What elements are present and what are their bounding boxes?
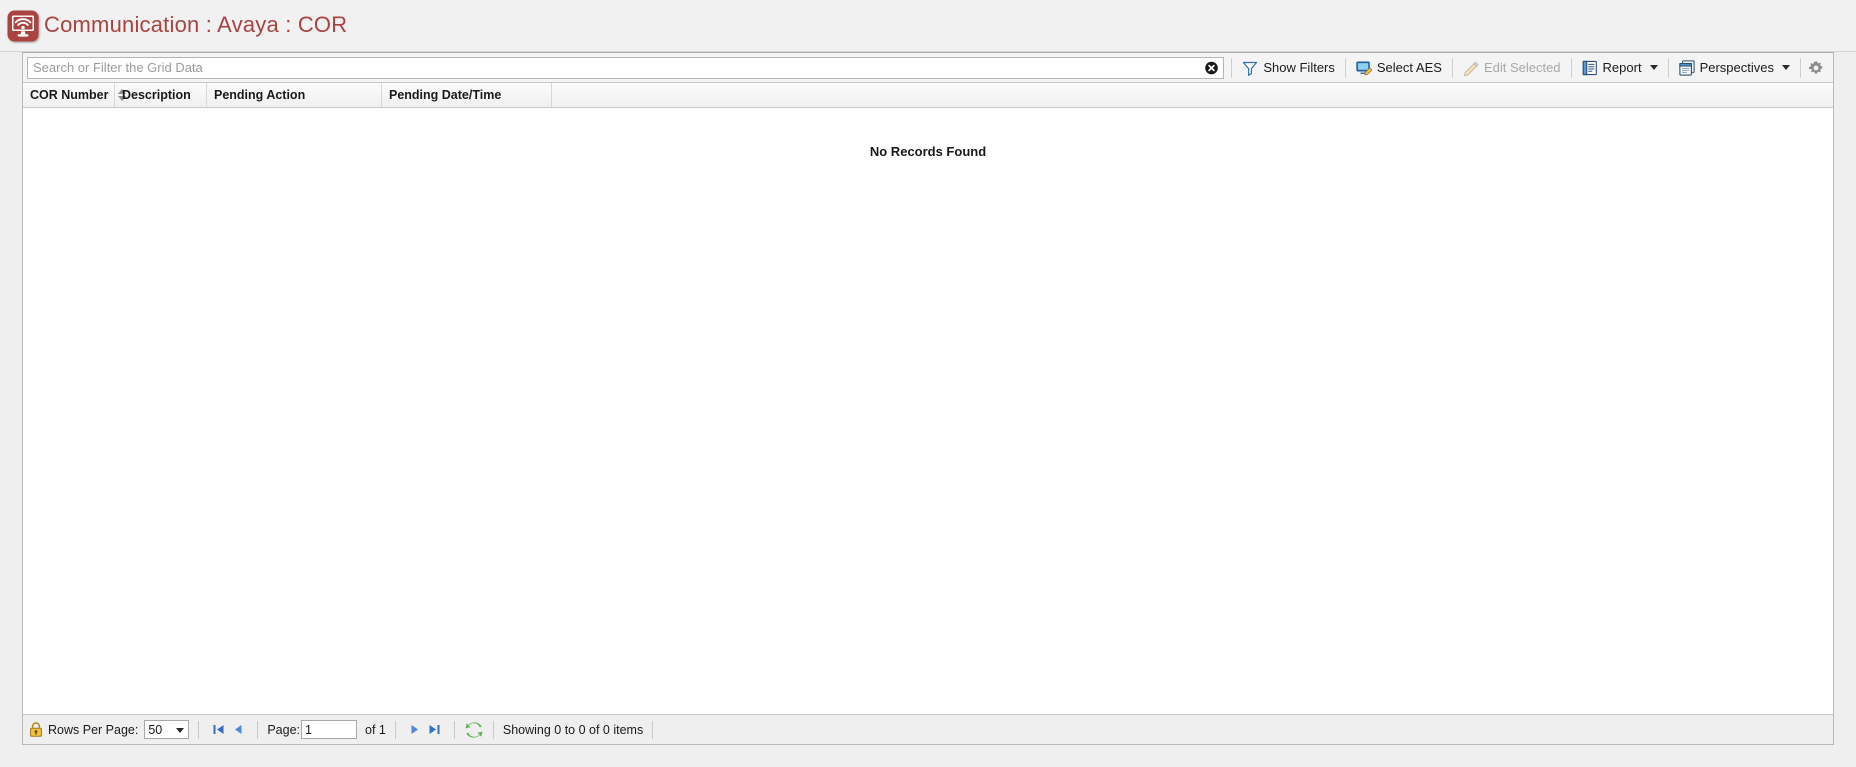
chevron-down-icon bbox=[1782, 65, 1790, 70]
filter-funnel-icon bbox=[1243, 61, 1258, 76]
toolbar-separator bbox=[1570, 57, 1572, 78]
page-total-label: of 1 bbox=[365, 722, 386, 737]
report-book-icon bbox=[1582, 60, 1597, 75]
first-page-button[interactable] bbox=[208, 720, 228, 740]
page-number-input[interactable] bbox=[301, 720, 357, 739]
grid-column-header-label: Description bbox=[122, 88, 191, 102]
perspectives-button[interactable]: Perspectives bbox=[1672, 56, 1797, 80]
search-field-wrapper bbox=[27, 56, 1225, 79]
grid-column-header[interactable]: Pending Date/Time bbox=[382, 83, 552, 107]
show-filters-button[interactable]: Show Filters bbox=[1235, 56, 1342, 80]
grid-column-header[interactable]: Description bbox=[115, 83, 207, 107]
rows-per-page-select[interactable]: 50 bbox=[144, 720, 190, 739]
toolbar-separator bbox=[1231, 57, 1233, 78]
toolbar-separator bbox=[1344, 57, 1346, 78]
monitor-edit-icon bbox=[1356, 61, 1372, 75]
first-page-icon bbox=[213, 725, 224, 734]
grid-column-header-row: COR Number Description Pending Action Pendi… bbox=[23, 83, 1833, 108]
next-page-button[interactable] bbox=[405, 720, 425, 740]
toolbar-separator bbox=[1667, 57, 1669, 78]
perspectives-windows-icon bbox=[1678, 59, 1695, 76]
grid-column-header-label: Pending Action bbox=[214, 88, 306, 102]
select-aes-label: Select AES bbox=[1376, 60, 1442, 75]
show-filters-label: Show Filters bbox=[1263, 60, 1335, 75]
communication-monitor-wifi-icon bbox=[7, 10, 39, 41]
rows-per-page-value: 50 bbox=[148, 722, 163, 737]
grid-column-header[interactable]: COR Number bbox=[23, 83, 127, 107]
grid-toolbar: Show Filters Select AES Edit Selected bbox=[23, 53, 1833, 83]
page-number-label: Page: bbox=[267, 722, 300, 737]
grid-column-header[interactable]: Pending Action bbox=[207, 83, 382, 107]
clear-circle-icon[interactable] bbox=[1205, 61, 1219, 74]
edit-selected-label: Edit Selected bbox=[1483, 60, 1561, 75]
rows-per-page-label: Rows Per Page: bbox=[48, 722, 139, 737]
grid-column-header-label: Pending Date/Time bbox=[389, 88, 502, 102]
refresh-icon[interactable] bbox=[464, 720, 484, 740]
grid-column-header-label: COR Number bbox=[30, 88, 109, 102]
last-page-icon bbox=[429, 725, 440, 734]
grid-panel: Show Filters Select AES Edit Selected bbox=[22, 52, 1834, 745]
footer-separator bbox=[198, 720, 200, 739]
toolbar-separator bbox=[1451, 57, 1453, 78]
chevron-down-icon bbox=[1649, 65, 1658, 70]
no-records-message: No Records Found bbox=[869, 144, 987, 159]
perspectives-label: Perspectives bbox=[1699, 60, 1774, 75]
grid-body: No Records Found bbox=[23, 108, 1833, 714]
search-input[interactable] bbox=[28, 57, 1224, 78]
next-page-icon bbox=[411, 725, 419, 734]
footer-separator bbox=[492, 720, 494, 739]
toolbar-separator bbox=[1800, 57, 1801, 78]
previous-page-button[interactable] bbox=[228, 720, 248, 740]
lock-icon[interactable] bbox=[29, 722, 43, 737]
report-label: Report bbox=[1602, 60, 1642, 75]
grid-column-header-filler bbox=[552, 83, 1833, 107]
grid-settings-button[interactable] bbox=[1804, 56, 1830, 80]
chevron-down-icon bbox=[176, 728, 185, 733]
grid-footer-pagination: Rows Per Page: 50 Page: of 1 bbox=[23, 714, 1833, 744]
page-title: Communication : Avaya : COR bbox=[44, 11, 348, 37]
select-aes-button[interactable]: Select AES bbox=[1349, 56, 1449, 80]
showing-items-text: Showing 0 to 0 of 0 items bbox=[502, 722, 644, 737]
footer-separator bbox=[453, 720, 455, 739]
gear-icon bbox=[1808, 60, 1823, 74]
pencil-icon bbox=[1463, 61, 1479, 76]
last-page-button[interactable] bbox=[425, 720, 445, 740]
footer-separator bbox=[394, 720, 396, 739]
report-button[interactable]: Report bbox=[1575, 56, 1665, 80]
footer-separator bbox=[257, 720, 259, 739]
page-header: Communication : Avaya : COR bbox=[0, 0, 1856, 52]
previous-page-icon bbox=[234, 725, 242, 734]
footer-separator bbox=[652, 720, 654, 739]
edit-selected-button: Edit Selected bbox=[1456, 56, 1568, 80]
